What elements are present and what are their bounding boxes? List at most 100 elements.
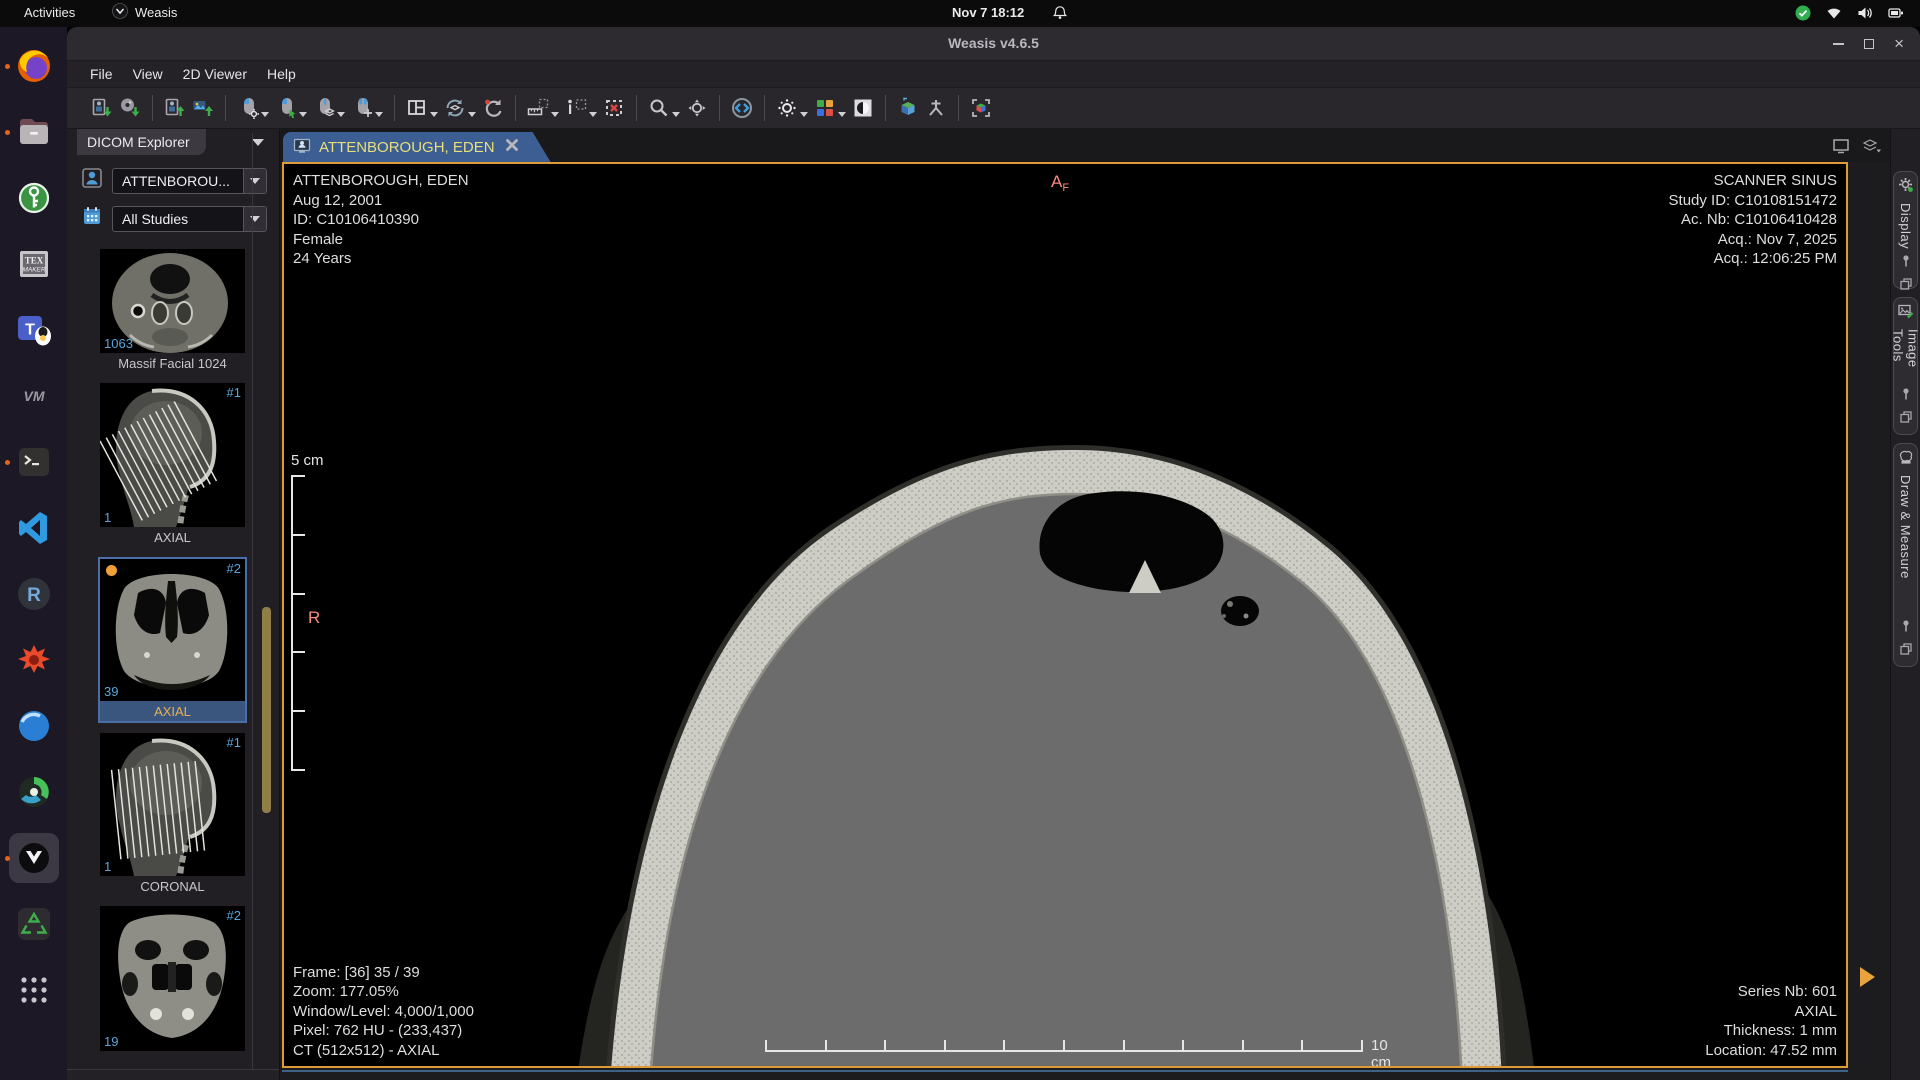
dock-item-texmaker[interactable]: TEXMAKER	[0, 231, 67, 297]
series-thumbnail[interactable]: #219	[100, 906, 245, 1051]
mouse-context-menu-button[interactable]	[272, 93, 310, 123]
window-title: Weasis v4.6.5	[67, 35, 1920, 51]
patient-info-line: Aug 12, 2001	[293, 191, 469, 211]
running-indicator	[5, 460, 10, 465]
mouse-pan-icon	[351, 97, 373, 119]
delete-measurements-button[interactable]	[600, 93, 628, 123]
annotation-tools-button[interactable]	[562, 93, 600, 123]
pin-panel-icon	[1900, 387, 1912, 405]
activities-button[interactable]: Activities	[24, 5, 75, 20]
dropdown-arrow-icon	[261, 112, 269, 117]
title-bar[interactable]: Weasis v4.6.5 ×	[67, 27, 1920, 61]
reset-button[interactable]	[479, 93, 507, 123]
pin-panel-icon	[1900, 619, 1912, 637]
menu-view[interactable]: View	[123, 63, 173, 85]
series-image-count: 39	[104, 684, 118, 699]
series-thumbnail[interactable]: #11CORONAL	[100, 733, 245, 896]
show-apps-icon	[9, 965, 59, 1015]
measurement-tools-icon	[527, 97, 549, 119]
panel-tab-image-tools[interactable]: Image Tools	[1893, 297, 1918, 435]
scrollbar-track	[252, 133, 253, 1076]
mpr-3d-button[interactable]	[894, 93, 922, 123]
zoom-button[interactable]	[645, 93, 683, 123]
dock-item-rstudio[interactable]: R	[0, 561, 67, 627]
dock-item-terminal[interactable]	[0, 429, 67, 495]
mouse-window-level-button[interactable]	[234, 93, 272, 123]
dock-item-weasis[interactable]	[0, 825, 67, 891]
layout-button[interactable]	[403, 93, 441, 123]
dock-item-vscode[interactable]	[0, 495, 67, 561]
scrollbar-thumb[interactable]	[262, 607, 271, 813]
minimize-button[interactable]	[1833, 43, 1844, 45]
clock[interactable]: Nov 7 18:12	[952, 5, 1024, 20]
draw-measure-icon	[1898, 449, 1914, 470]
panel-tab-draw-measure[interactable]: Draw & Measure	[1893, 443, 1918, 667]
toolbar-separator	[764, 95, 765, 121]
dock-item-show-apps[interactable]	[0, 957, 67, 1023]
menu-2d-viewer[interactable]: 2D Viewer	[173, 63, 257, 85]
study-filter-select[interactable]: All Studies	[112, 206, 267, 232]
series-thumbnail[interactable]: #239AXIAL	[98, 557, 247, 723]
close-button[interactable]: ×	[1894, 39, 1904, 49]
mouse-series-scroll-button[interactable]	[310, 93, 348, 123]
dock-item-recycler[interactable]	[0, 891, 67, 957]
dropdown-arrow-icon	[430, 112, 438, 117]
pan-best-fit-button[interactable]	[683, 93, 711, 123]
patient-select[interactable]: ATTENBOROU...	[112, 168, 267, 194]
detach-panel-icon	[1899, 642, 1913, 661]
wifi-icon	[1826, 6, 1842, 23]
import-dicom-button[interactable]	[88, 93, 116, 123]
texmaker-icon: TEXMAKER	[9, 239, 59, 289]
dock-item-keepassxc[interactable]	[0, 165, 67, 231]
screen-mode-icon[interactable]	[1832, 137, 1850, 159]
menu-file[interactable]: File	[80, 63, 123, 85]
explorer-collapse-arrow-icon[interactable]	[252, 139, 264, 146]
system-tray[interactable]	[1795, 5, 1904, 24]
series-thumbnail-image: #239	[100, 559, 245, 701]
volume-rendering-button[interactable]	[922, 93, 950, 123]
svg-text:VM: VM	[23, 388, 44, 404]
dock-item-vmware[interactable]: VM	[0, 363, 67, 429]
dock-item-files[interactable]	[0, 99, 67, 165]
ct-image-view[interactable]: ATTENBOROUGH, EDENAug 12, 2001ID: C10106…	[282, 162, 1848, 1068]
mpr-3d-icon	[897, 97, 919, 119]
measurement-tools-button[interactable]	[524, 93, 562, 123]
window-level-button[interactable]	[773, 93, 811, 123]
reset-icon	[482, 97, 504, 119]
invert-lut-button[interactable]	[849, 93, 877, 123]
export-image-button[interactable]	[189, 93, 217, 123]
notification-bell-icon[interactable]	[1052, 5, 1068, 24]
viewer-bottom-edge	[282, 1070, 1848, 1072]
export-dicom-button[interactable]	[161, 93, 189, 123]
maximize-button[interactable]	[1864, 39, 1874, 49]
panel-tab-display[interactable]: Display	[1893, 171, 1918, 289]
patient-tab[interactable]: ATTENBOROUGH, EDEN	[283, 132, 551, 162]
series-thumbnail[interactable]: #11AXIAL	[100, 383, 245, 547]
lut-button[interactable]	[811, 93, 849, 123]
series-thumbnail[interactable]: 1063Massif Facial 1024	[100, 249, 245, 373]
ruler-tick	[291, 475, 305, 477]
pin-panel-icon	[1900, 254, 1912, 272]
flip-horizontal-button[interactable]	[728, 93, 756, 123]
dock-item-firefox[interactable]	[0, 33, 67, 99]
dock-item-red-starburst-app[interactable]	[0, 627, 67, 693]
series-options-icon[interactable]	[1862, 138, 1882, 159]
open-series-indicator	[106, 565, 117, 576]
cube-3d-button[interactable]	[967, 93, 995, 123]
panel-expand-arrow[interactable]	[1860, 967, 1875, 987]
panel-tab-label: Display	[1898, 203, 1913, 249]
tab-close-icon[interactable]	[503, 136, 521, 158]
dropdown-arrow-icon	[337, 112, 345, 117]
mouse-pan-button[interactable]	[348, 93, 386, 123]
app-menu[interactable]: Weasis	[112, 3, 177, 22]
dock-item-blue-sphere-app[interactable]	[0, 693, 67, 759]
ruler-tick	[884, 1040, 886, 1050]
toolbar-separator	[958, 95, 959, 121]
dock: TEXMAKER T VM R	[0, 27, 67, 1080]
import-cd-button[interactable]	[116, 93, 144, 123]
menu-help[interactable]: Help	[257, 63, 306, 85]
vertical-scale-ruler: 5 cm	[291, 452, 324, 469]
dock-item-media-green-app[interactable]	[0, 759, 67, 825]
synchronize-button[interactable]	[441, 93, 479, 123]
dock-item-texstudio[interactable]: T	[0, 297, 67, 363]
